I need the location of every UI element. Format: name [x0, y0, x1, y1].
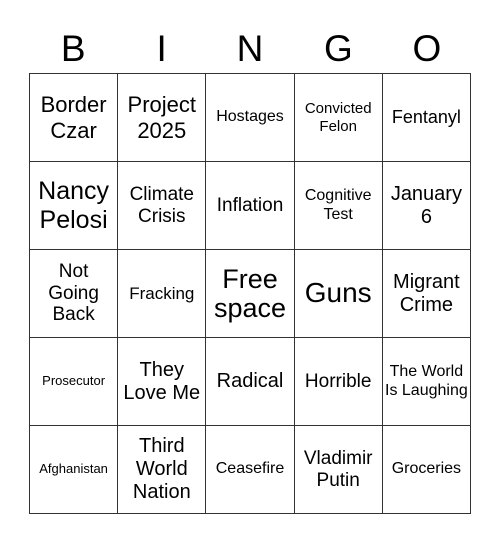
bingo-cell[interactable]: Climate Crisis: [118, 162, 207, 250]
bingo-cell[interactable]: Hostages: [206, 74, 295, 162]
bingo-cell[interactable]: Ceasefire: [206, 426, 295, 514]
header-letter-n: N: [236, 28, 264, 69]
bingo-header: B I N G O: [29, 27, 471, 71]
bingo-cell[interactable]: Prosecutor: [30, 338, 119, 426]
bingo-cell[interactable]: Project 2025: [118, 74, 207, 162]
header-letter-b: B: [60, 28, 86, 69]
bingo-cell[interactable]: Fracking: [118, 250, 207, 338]
bingo-cell[interactable]: Not Going Back: [30, 250, 119, 338]
bingo-cell[interactable]: Vladimir Putin: [294, 426, 383, 514]
free-space-cell[interactable]: Free space: [206, 250, 295, 338]
bingo-cell[interactable]: January 6: [382, 162, 471, 250]
header-letter-o: O: [412, 28, 442, 69]
header-letter-i: I: [156, 28, 167, 69]
bingo-cell[interactable]: Third World Nation: [118, 426, 207, 514]
bingo-grid: Border Czar Project 2025 Hostages Convic…: [29, 73, 471, 514]
bingo-cell[interactable]: Inflation: [206, 162, 295, 250]
bingo-cell[interactable]: Radical: [206, 338, 295, 426]
bingo-cell[interactable]: Afghanistan: [30, 426, 119, 514]
bingo-cell[interactable]: Nancy Pelosi: [30, 162, 119, 250]
bingo-cell[interactable]: Fentanyl: [382, 74, 471, 162]
header-letter-g: G: [324, 28, 353, 69]
bingo-cell[interactable]: Groceries: [382, 426, 471, 514]
bingo-cell[interactable]: Horrible: [294, 338, 383, 426]
bingo-cell[interactable]: The World Is Laughing: [382, 338, 471, 426]
bingo-cell[interactable]: Cognitive Test: [294, 162, 383, 250]
bingo-cell[interactable]: Border Czar: [30, 74, 119, 162]
bingo-cell[interactable]: Guns: [294, 250, 383, 338]
bingo-cell[interactable]: Migrant Crime: [382, 250, 471, 338]
bingo-cell[interactable]: Convicted Felon: [294, 74, 383, 162]
bingo-cell[interactable]: They Love Me: [118, 338, 207, 426]
